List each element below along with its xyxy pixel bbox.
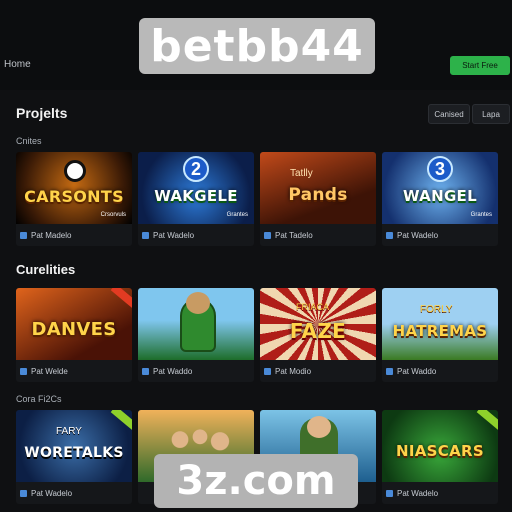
number-badge: 3 — [427, 156, 453, 182]
game-title: DANVES — [31, 319, 117, 340]
game-subtitle: FRIACA — [296, 302, 330, 312]
game-thumbnail: Tatlly Pands — [260, 152, 376, 224]
start-free-button[interactable]: Start Free — [450, 56, 510, 75]
watermark-top: betbb44 — [139, 18, 375, 74]
game-thumbnail: 3 WANGEL Grantes — [382, 152, 498, 224]
game-provider-icon — [20, 367, 27, 375]
game-provider-label: Pat Wadelo — [31, 488, 73, 498]
watermark-bottom-text: 3z.com — [176, 458, 336, 504]
game-meta: Pat Tadelo — [260, 224, 376, 246]
number-badge: 2 — [183, 156, 209, 182]
game-title: HATREMAS — [392, 321, 488, 340]
game-meta: Pat Wadelo — [382, 482, 498, 504]
game-title: WORETALKS — [24, 445, 124, 461]
game-thumbnail — [138, 288, 254, 360]
game-thumbnail: FARY WORETALKS — [16, 410, 132, 482]
game-provider-label: Pat Modio — [275, 366, 312, 376]
game-subtitle: Crsorvuls — [100, 212, 126, 218]
corner-ribbon — [110, 410, 132, 431]
corner-ribbon — [110, 288, 132, 309]
game-provider-icon — [142, 231, 149, 239]
game-provider-label: Pat Wadelo — [397, 488, 439, 498]
game-provider-icon — [264, 367, 271, 375]
character-head — [307, 416, 331, 438]
section-sub-label-3: Cora Fi2Cs — [16, 394, 62, 404]
game-meta: Pat Modio — [260, 360, 376, 382]
game-card[interactable]: CARSONTS Crsorvuls Pat Madelo — [16, 152, 132, 246]
game-meta: Pat Waddo — [138, 360, 254, 382]
game-provider-label: Pat Wadelo — [153, 230, 195, 240]
game-title: WAKGELE — [154, 186, 238, 205]
game-thumbnail: DANVES — [16, 288, 132, 360]
game-provider-icon — [264, 231, 271, 239]
character-head — [186, 292, 210, 314]
game-card[interactable]: NIASCARS Pat Wadelo — [382, 410, 498, 504]
game-thumbnail: CARSONTS Crsorvuls — [16, 152, 132, 224]
game-title: FAZE — [289, 319, 347, 343]
game-subtitle: Grantes — [226, 212, 248, 218]
game-card[interactable]: Tatlly Pands Pat Tadelo — [260, 152, 376, 246]
game-title: CARSONTS — [24, 187, 124, 206]
game-meta: Pat Wadelo — [16, 482, 132, 504]
game-provider-icon — [386, 231, 393, 239]
game-subtitle: FORLY — [420, 304, 453, 315]
game-card[interactable]: 2 WAKGELE Grantes Pat Wadelo — [138, 152, 254, 246]
game-meta: Pat Wadelo — [138, 224, 254, 246]
game-thumbnail: FRIACA FAZE — [260, 288, 376, 360]
game-thumbnail: FORLY HATREMAS — [382, 288, 498, 360]
game-subtitle: Grantes — [470, 212, 492, 218]
game-provider-label: Pat Welde — [31, 366, 68, 376]
game-title: Pands — [288, 184, 348, 205]
filter-pill-canised[interactable]: Canised — [428, 104, 470, 124]
home-link[interactable]: Home — [4, 59, 31, 70]
game-card[interactable]: FRIACA FAZE Pat Modio — [260, 288, 376, 382]
game-card[interactable]: DANVES Pat Welde — [16, 288, 132, 382]
game-provider-icon — [20, 231, 27, 239]
game-meta: Pat Madelo — [16, 224, 132, 246]
game-thumbnail: 2 WAKGELE Grantes — [138, 152, 254, 224]
game-meta: Pat Welde — [16, 360, 132, 382]
game-provider-label: Pat Tadelo — [275, 230, 313, 240]
game-subtitle: FARY — [56, 426, 82, 437]
game-meta: Pat Wadelo — [382, 224, 498, 246]
watermark-top-text: betbb44 — [150, 20, 364, 72]
game-title: WANGEL — [403, 186, 477, 205]
game-title: NIASCARS — [396, 441, 484, 460]
game-meta: Pat Waddo — [382, 360, 498, 382]
game-card[interactable]: FORLY HATREMAS Pat Waddo — [382, 288, 498, 382]
filter-pill-lapa[interactable]: Lapa — [472, 104, 510, 124]
game-card[interactable]: FARY WORETALKS Pat Wadelo — [16, 410, 132, 504]
section-title-curelities: Curelities — [16, 262, 76, 277]
game-provider-icon — [386, 489, 393, 497]
game-provider-label: Pat Waddo — [397, 366, 437, 376]
soccer-ball-icon — [64, 160, 86, 182]
game-provider-icon — [20, 489, 27, 497]
corner-ribbon — [476, 410, 498, 431]
game-provider-label: Pat Madelo — [31, 230, 72, 240]
watermark-bottom: 3z.com — [154, 454, 358, 508]
game-provider-label: Pat Waddo — [153, 366, 193, 376]
game-provider-icon — [142, 367, 149, 375]
section-sub-label: Cnites — [16, 136, 42, 146]
game-card[interactable]: 3 WANGEL Grantes Pat Wadelo — [382, 152, 498, 246]
game-provider-icon — [386, 367, 393, 375]
game-card[interactable]: Pat Waddo — [138, 288, 254, 382]
game-provider-label: Pat Wadelo — [397, 230, 439, 240]
game-thumbnail: NIASCARS — [382, 410, 498, 482]
section-title-projects: Projelts — [16, 105, 68, 121]
game-subtitle: Tatlly — [290, 168, 313, 179]
